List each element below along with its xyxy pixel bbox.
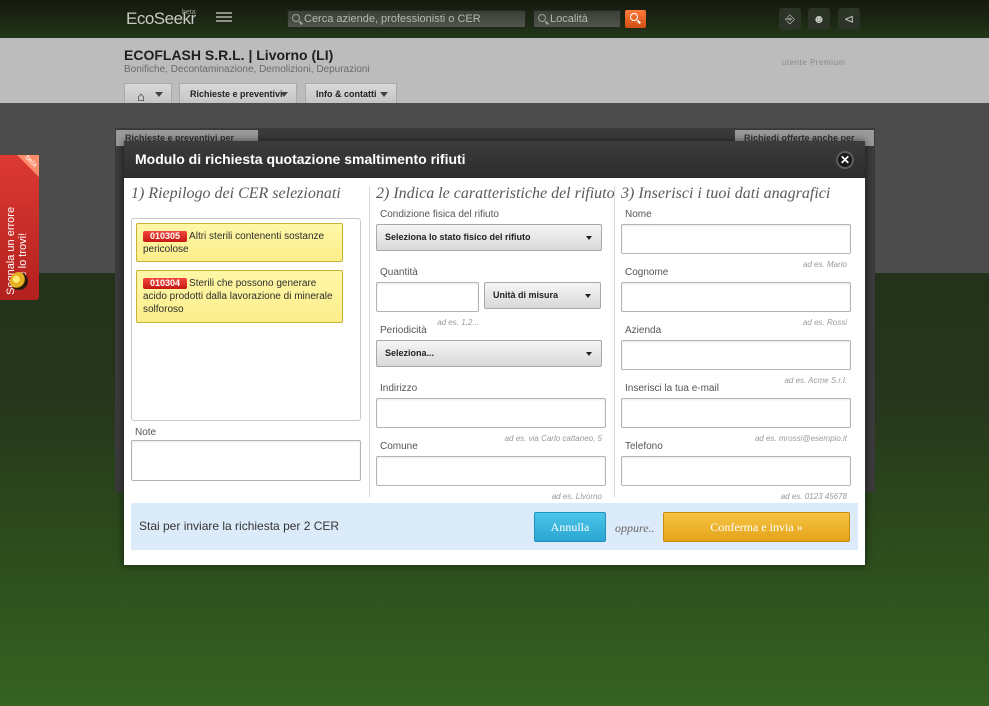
email-label: Inserisci la tua e-mail xyxy=(625,383,719,394)
nome-label: Nome xyxy=(625,209,652,220)
ladybug-icon xyxy=(10,272,28,290)
location-input[interactable] xyxy=(550,11,618,27)
column-title-rifiuto: 2) Indica le caratteristiche del rifiuto xyxy=(376,185,615,202)
note-field[interactable] xyxy=(131,440,361,481)
report-error-ribbon[interactable]: beta Segnala un errore se lo trovi! xyxy=(0,155,39,300)
ribbon-beta-badge: beta xyxy=(17,155,39,177)
chevron-down-icon xyxy=(280,92,288,97)
tab-info[interactable]: Info & contatti xyxy=(305,83,397,104)
column-title-anagrafica: 3) Inserisci i tuoi dati anagrafici xyxy=(621,185,831,202)
indirizzo-label: Indirizzo xyxy=(380,383,418,394)
location-icon xyxy=(538,14,546,22)
chevron-down-icon xyxy=(380,92,388,97)
logo-beta-badge: beta xyxy=(182,9,196,16)
cer-code-badge: 010304 xyxy=(143,278,188,289)
chevron-down-icon xyxy=(586,236,592,240)
tab-home[interactable]: ⌂ xyxy=(124,83,172,104)
telefono-field[interactable] xyxy=(621,456,851,486)
quantita-label: Quantità xyxy=(380,267,418,278)
cancel-button[interactable]: Annulla xyxy=(534,512,606,542)
user-add-icon[interactable]: ☻ xyxy=(808,8,830,30)
unita-select[interactable]: Unità di misura xyxy=(484,282,601,309)
search-input[interactable] xyxy=(304,11,523,27)
column-divider xyxy=(614,186,615,497)
cer-code-badge: 010305 xyxy=(143,231,188,242)
premium-badge: utente Premium xyxy=(782,58,846,67)
comune-label: Comune xyxy=(380,441,418,452)
chevron-down-icon xyxy=(585,294,591,298)
confirm-send-button[interactable]: Conferma e invia » xyxy=(663,512,850,542)
nome-field[interactable] xyxy=(621,224,851,254)
search-box[interactable] xyxy=(287,10,526,28)
condizione-value: Seleziona lo stato fisico del rifiuto xyxy=(385,232,531,242)
share-icon[interactable]: ⊲ xyxy=(838,8,860,30)
comune-hint: ad es. Livorno xyxy=(551,492,602,501)
cognome-label: Cognome xyxy=(625,267,669,278)
tab-label: Info & contatti xyxy=(316,89,377,99)
telefono-hint: ad es. 0123 45678 xyxy=(780,492,847,501)
login-icon[interactable]: ⎆ xyxy=(779,8,801,30)
location-box[interactable] xyxy=(533,10,621,28)
search-icon xyxy=(630,13,638,21)
modal-title: Modulo di richiesta quotazione smaltimen… xyxy=(135,151,466,167)
menu-icon[interactable] xyxy=(216,12,232,24)
azienda-label: Azienda xyxy=(625,325,662,336)
close-icon[interactable]: ✕ xyxy=(836,151,854,169)
chevron-down-icon xyxy=(586,352,592,356)
comune-field[interactable] xyxy=(376,456,606,486)
column-divider xyxy=(369,186,370,497)
request-summary: Stai per inviare la richiesta per 2 CER xyxy=(139,519,340,533)
quantita-field[interactable] xyxy=(376,282,479,312)
search-button[interactable] xyxy=(625,10,646,28)
azienda-field[interactable] xyxy=(621,340,851,370)
telefono-label: Telefono xyxy=(625,441,663,452)
tab-label: Richieste e preventivi xyxy=(190,89,283,99)
condizione-label: Condizione fisica del rifiuto xyxy=(380,209,499,220)
chevron-down-icon xyxy=(155,92,163,97)
cer-item[interactable]: 010305 Altri sterili contenenti sostanze … xyxy=(136,223,343,262)
search-icon xyxy=(292,14,300,22)
periodicita-value: Seleziona... xyxy=(385,348,435,358)
email-field[interactable] xyxy=(621,398,851,428)
indirizzo-field[interactable] xyxy=(376,398,606,428)
column-title-cer: 1) Riepilogo dei CER selezionati xyxy=(131,185,341,202)
tab-richieste[interactable]: Richieste e preventivi xyxy=(179,83,297,104)
periodicita-select[interactable]: Seleziona... xyxy=(376,340,602,367)
or-separator: oppure.. xyxy=(615,521,655,535)
unita-value: Unità di misura xyxy=(493,290,559,300)
company-categories: Bonifiche, Decontaminazione, Demolizioni… xyxy=(124,64,370,75)
cer-item[interactable]: 010304 Sterili che possono generare acido… xyxy=(136,270,343,323)
condizione-select[interactable]: Seleziona lo stato fisico del rifiuto xyxy=(376,224,602,251)
cognome-field[interactable] xyxy=(621,282,851,312)
periodicita-label: Periodicità xyxy=(380,325,427,336)
note-label: Note xyxy=(135,427,157,438)
company-name: ECOFLASH S.R.L. | Livorno (LI) xyxy=(124,47,334,63)
